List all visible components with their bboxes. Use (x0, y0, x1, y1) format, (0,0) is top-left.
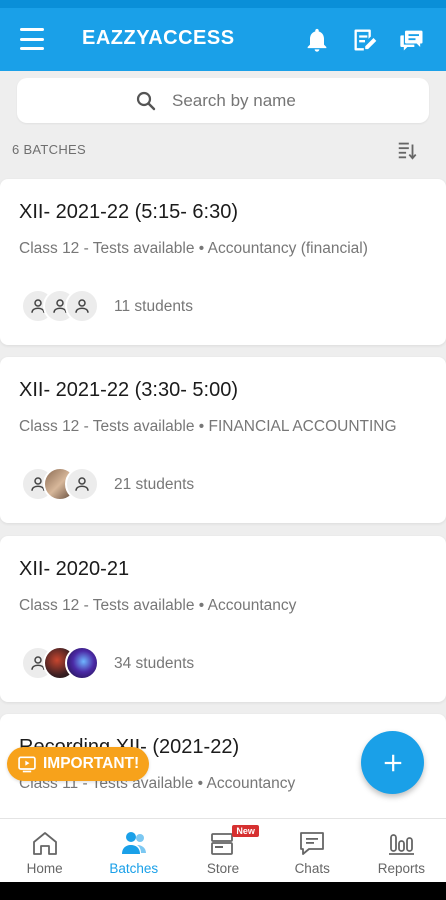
nav-home-label: Home (26, 861, 63, 876)
person-icon (75, 299, 89, 313)
nav-batches[interactable]: Batches (89, 819, 178, 882)
student-count: 11 students (114, 298, 193, 315)
avatar (65, 467, 99, 501)
sort-icon[interactable] (396, 139, 418, 161)
student-count: 34 students (114, 655, 195, 672)
avatar-photo (65, 646, 99, 680)
new-badge: New (232, 825, 259, 837)
batch-card[interactable]: XII- 2021-22 (5:15- 6:30) Class 12 - Tes… (0, 179, 446, 345)
menu-icon[interactable] (20, 28, 44, 50)
nav-home[interactable]: Home (0, 819, 89, 882)
plus-icon (384, 754, 401, 771)
reports-chart-icon (389, 834, 415, 855)
nav-batches-label: Batches (109, 861, 159, 876)
search-bar[interactable] (17, 78, 429, 123)
add-batch-button[interactable] (361, 731, 424, 794)
student-avatars (21, 289, 111, 323)
system-navigation-bar (0, 882, 446, 900)
bottom-navigation: Home Batches New Store Chats Reports (0, 818, 446, 882)
student-avatars (21, 646, 111, 680)
batches-people-icon (121, 832, 146, 854)
avatar (65, 289, 99, 323)
batch-subtitle: Class 12 - Tests available • FINANCIAL A… (19, 418, 397, 435)
batch-card[interactable]: XII- 2021-22 (3:30- 5:00) Class 12 - Tes… (0, 357, 446, 523)
student-avatars (21, 467, 111, 501)
home-icon (32, 832, 57, 855)
chat-messages-icon[interactable] (398, 26, 426, 54)
student-count: 21 students (114, 476, 195, 493)
batch-title: XII- 2021-22 (3:30- 5:00) (19, 379, 239, 401)
batch-subtitle: Class 12 - Tests available • Accountancy (19, 597, 297, 614)
search-input[interactable] (172, 90, 312, 111)
notification-bell-icon[interactable] (303, 26, 331, 54)
nav-chats[interactable]: Chats (268, 819, 357, 882)
batch-subtitle: Class 12 - Tests available • Accountancy… (19, 240, 368, 257)
batch-card[interactable]: XII- 2020-21 Class 12 - Tests available … (0, 536, 446, 702)
search-icon (136, 91, 156, 110)
status-bar (0, 0, 446, 8)
nav-chats-label: Chats (294, 861, 330, 876)
app-title: EAZZYACCESS (82, 27, 235, 49)
chat-icon (300, 832, 325, 855)
nav-reports-label: Reports (377, 861, 426, 876)
video-play-icon (18, 756, 36, 773)
nav-reports[interactable]: Reports (357, 819, 446, 882)
person-icon (75, 477, 89, 491)
nav-store[interactable]: New Store (178, 819, 267, 882)
nav-store-label: Store (206, 861, 240, 876)
important-button[interactable]: IMPORTANT! (7, 747, 150, 781)
edit-note-icon[interactable] (351, 26, 379, 54)
batch-title: XII- 2021-22 (5:15- 6:30) (19, 201, 239, 223)
batches-count: 6 BATCHES (12, 142, 86, 157)
important-label: IMPORTANT! (43, 755, 140, 772)
app-bar: EAZZYACCESS (0, 8, 446, 71)
batch-title: XII- 2020-21 (19, 558, 130, 580)
